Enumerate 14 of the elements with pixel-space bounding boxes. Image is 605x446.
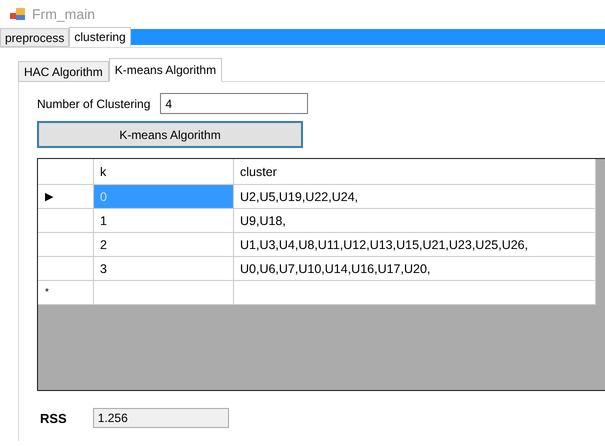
row-header[interactable]: * — [38, 281, 94, 305]
field-label: Number of Clustering — [37, 96, 150, 110]
k-means-button[interactable]: K-means Algorithm — [37, 121, 303, 148]
input-field[interactable]: 4 — [160, 93, 308, 114]
rss-field: 1.256 — [92, 408, 229, 428]
tab[interactable]: preprocess — [0, 28, 70, 47]
rss-label: RSS — [40, 410, 67, 426]
window-title: Frm_main — [32, 6, 96, 22]
tab[interactable]: K-means Algorithm — [108, 58, 222, 82]
tab[interactable]: HAC Algorithm — [18, 61, 109, 82]
table-cell[interactable] — [234, 281, 596, 305]
table-cell[interactable] — [94, 281, 234, 305]
app-icon — [10, 6, 26, 20]
tab[interactable]: clustering — [69, 27, 131, 47]
